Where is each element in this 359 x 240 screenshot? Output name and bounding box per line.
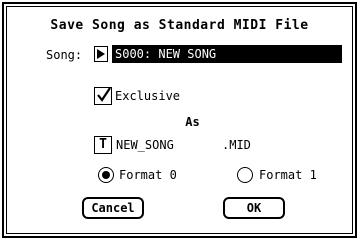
save-midi-dialog: Save Song as Standard MIDI File Song: S0…	[2, 2, 357, 238]
cancel-button[interactable]: Cancel	[82, 197, 144, 219]
format0-radio[interactable]	[98, 167, 114, 183]
extension-label: .MID	[222, 138, 251, 152]
exclusive-label: Exclusive	[115, 89, 181, 103]
dialog-title: Save Song as Standard MIDI File	[50, 18, 309, 33]
format1-label: Format 1	[259, 168, 317, 182]
song-label: Song:	[46, 48, 83, 62]
song-select-button[interactable]	[94, 46, 108, 62]
text-edit-icon[interactable]: T	[94, 136, 112, 154]
format0-label: Format 0	[119, 168, 177, 182]
exclusive-checkbox[interactable]	[94, 87, 112, 105]
as-label: As	[185, 115, 200, 129]
radio-selected-dot	[101, 170, 110, 179]
song-value-field[interactable]: S000: NEW SONG	[112, 45, 342, 63]
filename-field[interactable]: NEW_SONG	[116, 138, 174, 152]
ok-button[interactable]: OK	[223, 197, 285, 219]
play-triangle-icon	[97, 49, 105, 59]
checkmark-icon	[97, 87, 111, 102]
format1-radio[interactable]	[237, 167, 253, 183]
